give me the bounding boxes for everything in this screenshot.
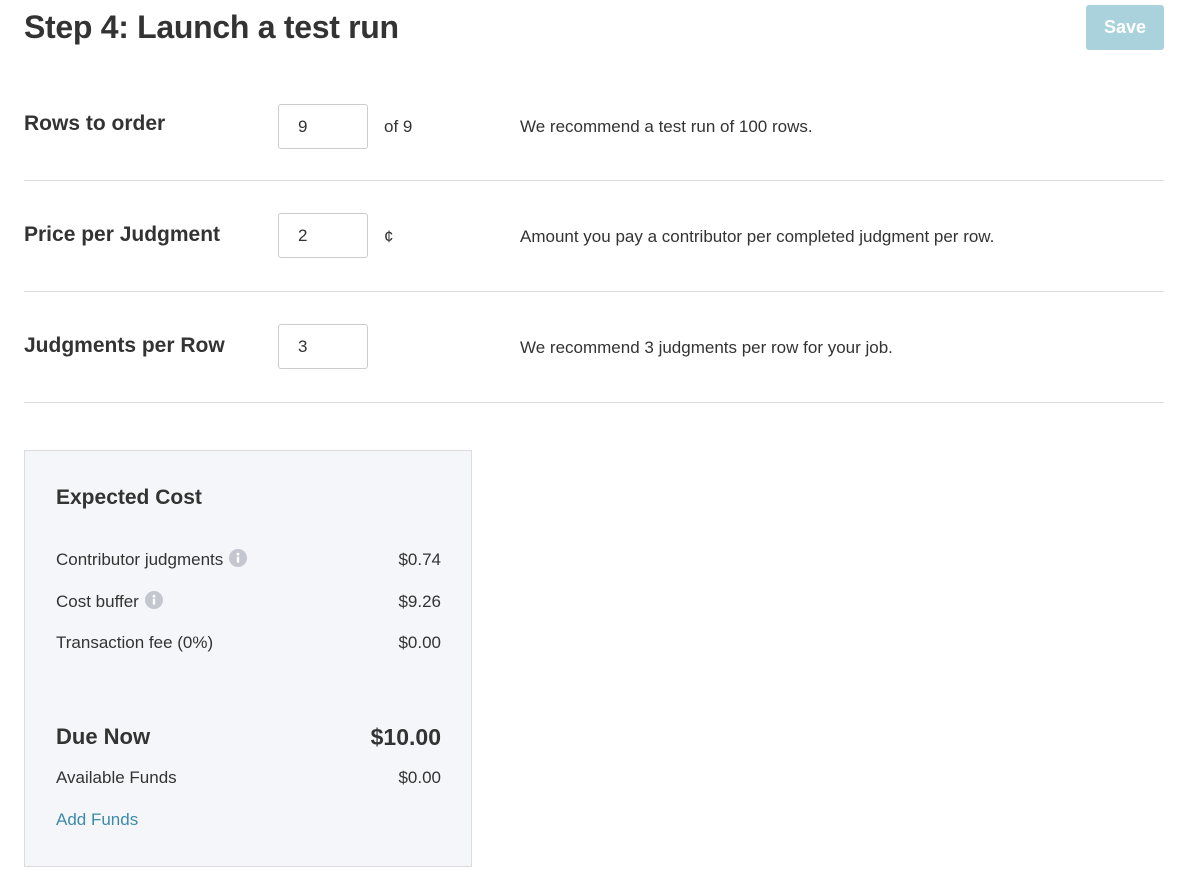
info-icon[interactable] xyxy=(144,591,163,609)
available-funds-line: Available Funds $0.00 xyxy=(56,766,441,790)
price-per-judgment-input[interactable] xyxy=(278,213,368,258)
rows-to-order-row: Rows to order of 9 We recommend a test r… xyxy=(24,69,1164,181)
save-button[interactable]: Save xyxy=(1086,5,1164,50)
cost-buffer-value: $9.26 xyxy=(398,592,441,611)
cents-unit-text: ¢ xyxy=(384,227,394,246)
due-now-label: Due Now xyxy=(56,724,151,749)
expected-cost-title: Expected Cost xyxy=(56,486,202,509)
price-per-judgment-label: Price per Judgment xyxy=(24,223,221,246)
rows-to-order-hint: We recommend a test run of 100 rows. xyxy=(520,117,813,136)
rows-to-order-label: Rows to order xyxy=(24,112,166,135)
contributor-judgments-label-wrap: Contributor judgments xyxy=(56,548,248,572)
judgments-per-row-row: Judgments per Row We recommend 3 judgmen… xyxy=(24,291,1164,403)
page-title: Step 4: Launch a test run xyxy=(24,9,399,45)
available-funds-value: $0.00 xyxy=(398,768,441,787)
due-now-line: Due Now $10.00 xyxy=(56,722,441,752)
available-funds-label: Available Funds xyxy=(56,768,177,787)
judgments-per-row-label: Judgments per Row xyxy=(24,334,225,357)
price-per-judgment-hint: Amount you pay a contributor per complet… xyxy=(520,227,995,246)
cost-buffer-label: Cost buffer xyxy=(56,592,139,611)
expected-cost-card: Expected Cost Contributor judgments $0.7… xyxy=(24,450,472,867)
cost-buffer-label-wrap: Cost buffer xyxy=(56,590,163,614)
price-per-judgment-row: Price per Judgment ¢ Amount you pay a co… xyxy=(24,180,1164,292)
due-now-value: $10.00 xyxy=(370,724,441,750)
rows-to-order-input[interactable] xyxy=(278,104,368,149)
contributor-judgments-line: Contributor judgments $0.74 xyxy=(56,548,441,572)
launch-test-run-page: Step 4: Launch a test run Save Rows to o… xyxy=(0,0,1186,888)
transaction-fee-value: $0.00 xyxy=(398,633,441,652)
contributor-judgments-value: $0.74 xyxy=(398,550,441,569)
transaction-fee-line: Transaction fee (0%) $0.00 xyxy=(56,631,441,655)
judgments-per-row-hint: We recommend 3 judgments per row for you… xyxy=(520,338,893,357)
add-funds-link[interactable]: Add Funds xyxy=(56,808,138,832)
transaction-fee-label: Transaction fee (0%) xyxy=(56,633,214,652)
info-icon[interactable] xyxy=(229,549,248,567)
rows-total-text: of 9 xyxy=(384,117,413,136)
cost-buffer-line: Cost buffer $9.26 xyxy=(56,590,441,614)
contributor-judgments-label: Contributor judgments xyxy=(56,550,224,569)
judgments-per-row-input[interactable] xyxy=(278,324,368,369)
